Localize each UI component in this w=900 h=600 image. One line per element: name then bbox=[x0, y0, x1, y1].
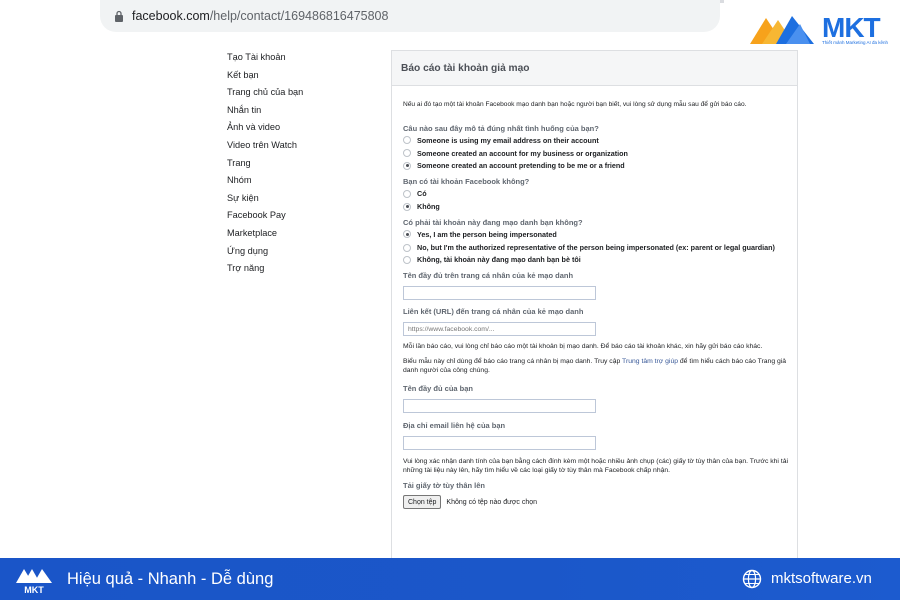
footer-banner: MKT Hiệu quả - Nhanh - Dễ dùng mktsoftwa… bbox=[0, 558, 900, 600]
radio-option[interactable]: Someone is using my email address on the… bbox=[403, 134, 788, 147]
sidebar-item-photos-videos[interactable]: Ảnh và video bbox=[227, 119, 377, 137]
radio-option[interactable]: Không bbox=[403, 200, 788, 213]
your-name-label: Tên đầy đủ của bạn bbox=[403, 383, 474, 393]
radio-label: Someone is using my email address on the… bbox=[417, 135, 599, 145]
upload-id-label: Tải giấy tờ tùy thân lên bbox=[403, 481, 486, 491]
url-host: facebook.com bbox=[132, 9, 210, 23]
radio-button-selected[interactable] bbox=[403, 202, 411, 211]
help-center-link[interactable]: Trung tâm trợ giúp bbox=[622, 358, 678, 365]
radio-option[interactable]: Yes, I am the person being impersonated bbox=[403, 228, 788, 241]
address-bar[interactable]: facebook.com/help/contact/16948681647580… bbox=[100, 0, 720, 32]
sidebar-item-watch[interactable]: Video trên Watch bbox=[227, 137, 377, 155]
radio-button[interactable] bbox=[403, 243, 411, 252]
sidebar-item-create-account[interactable]: Tạo Tài khoản bbox=[227, 49, 377, 67]
question-situation-label: Câu nào sau đây mô tả đúng nhất tình huố… bbox=[403, 124, 599, 133]
radio-label: Someone created an account for my busine… bbox=[417, 148, 628, 158]
radio-option[interactable]: Không, tài khoản này đang mạo danh bạn b… bbox=[403, 253, 788, 266]
footer-logo-text: MKT bbox=[24, 585, 44, 595]
lock-icon bbox=[115, 10, 123, 22]
file-status: Không có tệp nào được chọn bbox=[446, 498, 538, 506]
your-email-input[interactable] bbox=[403, 435, 596, 450]
file-upload-row: Chọn tệp Không có tệp nào được chọn bbox=[403, 495, 788, 510]
sidebar-item-home[interactable]: Trang chủ của bạn bbox=[227, 84, 377, 102]
radio-button[interactable] bbox=[403, 149, 411, 158]
impostor-url-input[interactable] bbox=[403, 322, 596, 337]
form-intro: Nếu ai đó tạo một tài khoản Facebook mạo… bbox=[403, 101, 747, 108]
help-sidebar: Tạo Tài khoản Kết bạn Trang chủ của bạn … bbox=[227, 49, 377, 278]
sidebar-item-pages[interactable]: Trang bbox=[227, 155, 377, 173]
footer-mkt-logo: MKT bbox=[16, 569, 52, 595]
sidebar-item-groups[interactable]: Nhóm bbox=[227, 172, 377, 190]
form-title: Báo cáo tài khoản giả mạo bbox=[392, 51, 797, 86]
radio-option[interactable]: Someone created an account pretending to… bbox=[403, 160, 788, 173]
public-figure-note: Biểu mẫu này chỉ dùng để báo cáo trang c… bbox=[403, 357, 788, 376]
sidebar-item-messaging[interactable]: Nhắn tin bbox=[227, 102, 377, 120]
sidebar-item-friends[interactable]: Kết bạn bbox=[227, 67, 377, 85]
radio-label: No, but I'm the authorized representativ… bbox=[417, 242, 775, 252]
your-email-label: Địa chỉ email liên hệ của bạn bbox=[403, 420, 506, 430]
sidebar-item-events[interactable]: Sự kiện bbox=[227, 190, 377, 208]
sidebar-item-accessibility[interactable]: Trợ năng bbox=[227, 260, 377, 278]
radio-option[interactable]: No, but I'm the authorized representativ… bbox=[403, 243, 788, 254]
question-impersonating-you-label: Có phải tài khoản này đang mạo danh bạn … bbox=[403, 217, 583, 227]
radio-label: Không, tài khoản này đang mạo danh bạn b… bbox=[417, 255, 581, 265]
report-form-panel: Báo cáo tài khoản giả mạo Nếu ai đó tạo … bbox=[391, 50, 798, 560]
radio-button-selected[interactable] bbox=[403, 230, 411, 239]
one-account-note: Mỗi lần báo cáo, vui lòng chỉ báo cáo mộ… bbox=[403, 343, 763, 351]
sidebar-item-facebook-pay[interactable]: Facebook Pay bbox=[227, 207, 377, 225]
choose-file-button[interactable]: Chọn tệp bbox=[403, 495, 442, 510]
page: facebook.com/help/contact/16948681647580… bbox=[0, 0, 900, 600]
form-body: Nếu ai đó tạo một tài khoản Facebook mạo… bbox=[403, 100, 789, 510]
sidebar-item-apps[interactable]: Ứng dụng bbox=[227, 243, 377, 261]
radio-option[interactable]: Có bbox=[403, 187, 788, 200]
radio-label: Someone created an account pretending to… bbox=[417, 161, 625, 171]
id-upload-note: Vui lòng xác nhận danh tính của bạn bằng… bbox=[403, 457, 789, 475]
footer-slogan: Hiệu quả - Nhanh - Dễ dùng bbox=[67, 570, 274, 588]
brand-tagline: Thiết mảnh Marketing AI đa kênh bbox=[822, 40, 889, 45]
radio-label: Không bbox=[417, 202, 440, 212]
radio-label: Có bbox=[417, 189, 427, 199]
impostor-url-label: Liên kết (URL) đến trang cá nhân của kẻ … bbox=[403, 307, 584, 317]
radio-button[interactable] bbox=[403, 255, 411, 264]
radio-button[interactable] bbox=[403, 136, 411, 145]
impostor-name-input[interactable] bbox=[403, 286, 596, 301]
radio-button-selected[interactable] bbox=[403, 161, 411, 170]
impostor-name-label: Tên đầy đủ trên trang cá nhân của kẻ mạo… bbox=[403, 271, 574, 281]
url-path: /help/contact/169486816475808 bbox=[209, 9, 389, 23]
radio-option[interactable]: Someone created an account for my busine… bbox=[403, 147, 788, 160]
sidebar-item-marketplace[interactable]: Marketplace bbox=[227, 225, 377, 243]
your-name-input[interactable] bbox=[403, 398, 596, 413]
note-text: Biểu mẫu này chỉ dùng để báo cáo trang c… bbox=[403, 357, 623, 365]
radio-label: Yes, I am the person being impersonated bbox=[417, 229, 557, 239]
footer-website[interactable]: mktsoftware.vn bbox=[771, 558, 872, 600]
globe-icon bbox=[742, 569, 762, 589]
question-has-account-label: Bạn có tài khoản Facebook không? bbox=[403, 177, 530, 187]
radio-button[interactable] bbox=[403, 189, 411, 198]
